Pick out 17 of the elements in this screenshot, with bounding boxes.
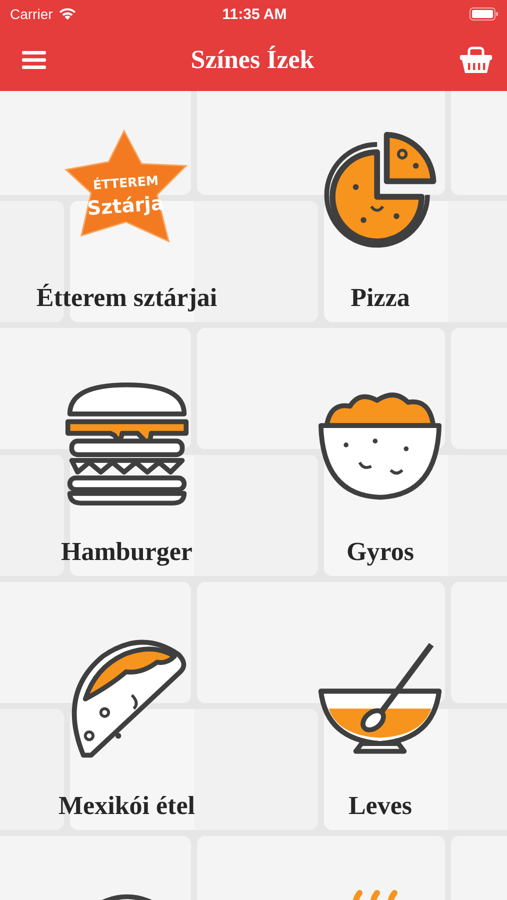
menu-button[interactable] bbox=[22, 50, 46, 70]
category-button[interactable]: Gyros bbox=[346, 537, 414, 567]
steam-icon bbox=[353, 890, 398, 900]
basket-button[interactable] bbox=[459, 44, 493, 74]
burger-icon bbox=[64, 381, 190, 507]
carrier-name: Carrier bbox=[10, 6, 53, 22]
wifi-icon bbox=[58, 7, 77, 21]
category-button[interactable]: Étterem sztárjai bbox=[36, 283, 218, 313]
category-button[interactable]: Hamburger bbox=[61, 537, 192, 567]
category-button[interactable]: Mexikói étel bbox=[58, 791, 195, 821]
category-button[interactable]: Pizza bbox=[350, 283, 410, 313]
app-title: Színes Ízek bbox=[190, 44, 314, 74]
battery-icon bbox=[468, 7, 499, 21]
category-button[interactable]: Leves bbox=[348, 791, 412, 821]
logo-text: Sztárja bbox=[86, 192, 164, 220]
logo-text: ÉTTEREM bbox=[92, 172, 159, 192]
clock-time: 11:35 AM bbox=[222, 6, 287, 22]
